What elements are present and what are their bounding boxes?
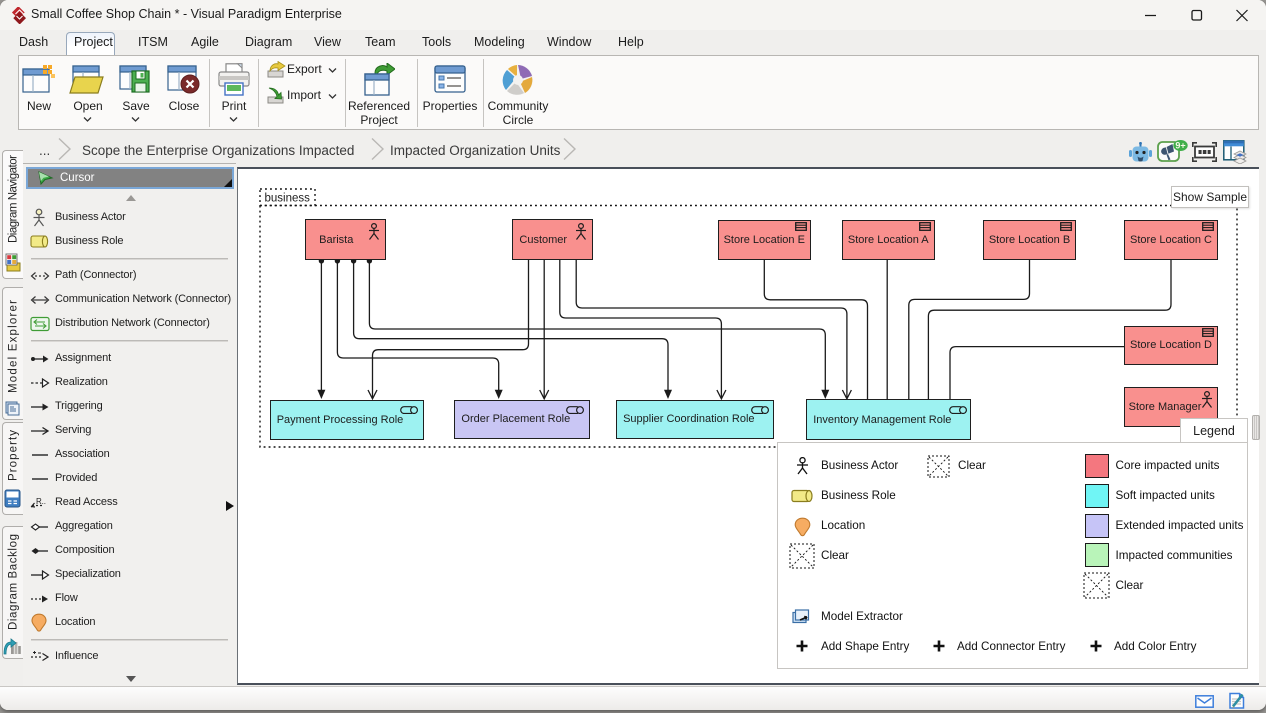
svg-text:9+: 9+: [1175, 141, 1185, 151]
svg-text:Diagram Navigator: Diagram Navigator: [8, 155, 20, 243]
svg-text:R..: R..: [36, 497, 46, 506]
svg-text:Property: Property: [8, 430, 20, 481]
svg-text:Diagram Backlog: Diagram Backlog: [8, 534, 20, 630]
svg-text:Model Explorer: Model Explorer: [8, 300, 20, 393]
svg-text:business: business: [265, 193, 311, 205]
